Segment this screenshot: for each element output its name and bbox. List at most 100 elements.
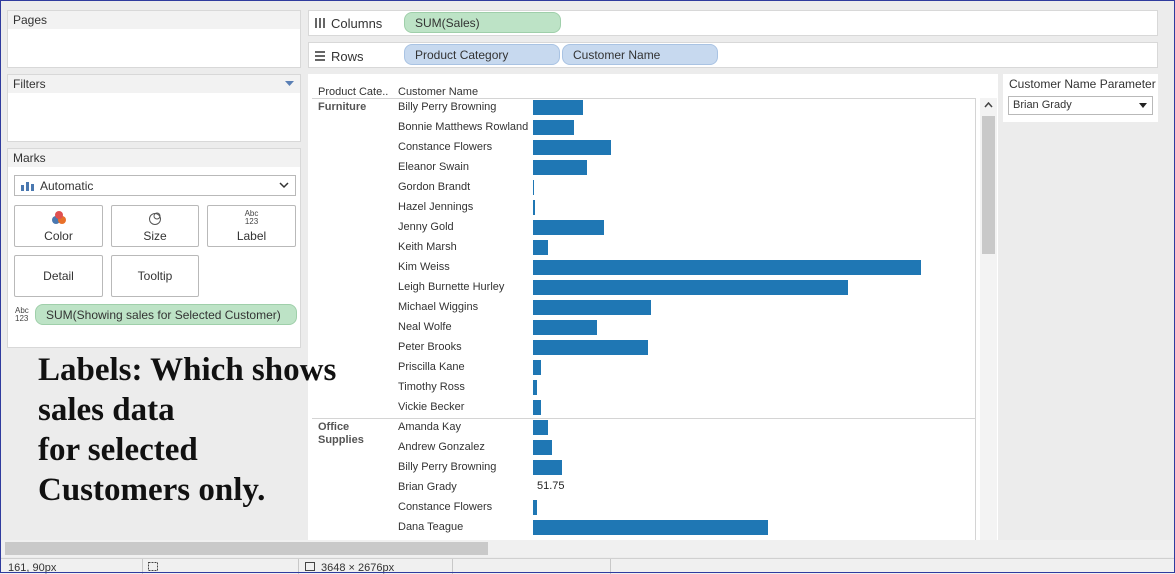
rows-pill-product-category[interactable]: Product Category: [404, 44, 560, 65]
parameter-select[interactable]: Brian Grady: [1008, 96, 1153, 115]
customer-label[interactable]: Amanda Kay: [398, 421, 461, 433]
view-area: Product Cate.. Customer Name Furniture Bi…: [308, 74, 998, 540]
detail-label: Detail: [43, 269, 74, 283]
customer-label[interactable]: Kim Weiss: [398, 261, 450, 273]
parameter-title: Customer Name Parameter: [1009, 77, 1156, 91]
right-divider: [975, 98, 976, 540]
customer-label[interactable]: Leigh Burnette Hurley: [398, 281, 504, 293]
bar-mark[interactable]: [533, 220, 604, 235]
vertical-scrollbar[interactable]: [980, 98, 997, 540]
customer-label[interactable]: Bonnie Matthews Rowland: [398, 121, 528, 133]
category-label[interactable]: Furniture: [318, 101, 388, 114]
customer-label[interactable]: Vickie Becker: [398, 401, 464, 413]
customer-label[interactable]: Priscilla Kane: [398, 361, 465, 373]
columns-pill-sales[interactable]: SUM(Sales): [404, 12, 561, 33]
customer-label[interactable]: Jenny Gold: [398, 221, 454, 233]
customer-label[interactable]: Michael Wiggins: [398, 301, 478, 313]
bar-mark[interactable]: [533, 360, 541, 375]
image-size-icon: [305, 562, 315, 571]
size-icon: [149, 212, 161, 225]
rows-shelf[interactable]: Rows Product Category Customer Name: [308, 42, 1158, 68]
customer-label[interactable]: Eleanor Swain: [398, 161, 469, 173]
customer-label[interactable]: Dana Teague: [398, 521, 463, 533]
bar-mark[interactable]: [533, 160, 587, 175]
bar-mark[interactable]: [533, 340, 648, 355]
columns-icon: [315, 18, 325, 28]
annotation-line-1: Labels: Which shows: [38, 352, 337, 388]
vertical-scroll-thumb[interactable]: [982, 116, 995, 254]
color-button[interactable]: Color: [14, 205, 103, 247]
bar-mark[interactable]: [533, 200, 535, 215]
bar-mark[interactable]: [533, 100, 583, 115]
color-label: Color: [44, 229, 73, 243]
size-label: Size: [143, 229, 167, 243]
pages-card: Pages: [7, 10, 301, 68]
columns-shelf[interactable]: Columns SUM(Sales): [308, 10, 1158, 36]
bar-mark[interactable]: [533, 460, 562, 475]
filters-card[interactable]: Filters: [7, 74, 301, 142]
selection-icon: [148, 562, 158, 571]
customer-label[interactable]: Hazel Jennings: [398, 201, 473, 213]
filters-title: Filters: [8, 75, 300, 93]
header-divider: [312, 98, 976, 99]
label-button[interactable]: Abc 123 Label: [207, 205, 296, 247]
customer-label[interactable]: Timothy Ross: [398, 381, 465, 393]
bar-mark[interactable]: [533, 380, 537, 395]
bar-mark[interactable]: [533, 140, 611, 155]
parameter-value: Brian Grady: [1013, 99, 1072, 111]
customer-label[interactable]: Neal Wolfe: [398, 321, 452, 333]
detail-button[interactable]: Detail: [14, 255, 103, 297]
color-icon: [52, 211, 66, 224]
status-bar: 161, 90px 3648 × 2676px: [0, 558, 1175, 574]
customer-label[interactable]: Constance Flowers: [398, 141, 492, 153]
scroll-up-icon[interactable]: [984, 102, 993, 108]
customer-label[interactable]: Keith Marsh: [398, 241, 457, 253]
bar-mark[interactable]: [533, 500, 537, 515]
customer-label[interactable]: Constance Flowers: [398, 501, 492, 513]
rows-pill-customer-name[interactable]: Customer Name: [562, 44, 718, 65]
rows-label: Rows: [331, 49, 364, 64]
size-button[interactable]: Size: [111, 205, 199, 247]
bar-mark[interactable]: [533, 300, 651, 315]
bar-mark[interactable]: [533, 180, 534, 195]
annotation-line-4: Customers only.: [38, 472, 266, 508]
customer-label[interactable]: Peter Brooks: [398, 341, 462, 353]
customer-label[interactable]: Billy Perry Browning: [398, 461, 496, 473]
tooltip-button[interactable]: Tooltip: [111, 255, 199, 297]
cursor-position: 161, 90px: [8, 562, 57, 574]
bar-mark[interactable]: [533, 400, 541, 415]
filters-dropdown-icon[interactable]: [285, 81, 294, 87]
columns-label: Columns: [331, 16, 383, 31]
bar-mark[interactable]: [533, 260, 921, 275]
rows-pill-1-text: Customer Name: [573, 48, 661, 62]
label-label: Label: [236, 229, 267, 243]
customer-label[interactable]: Andrew Gonzalez: [398, 441, 485, 453]
annotation-text: Labels: Which shows sales data for selec…: [38, 350, 336, 510]
label-field-pill-text: SUM(Showing sales for Selected Customer): [46, 308, 281, 322]
bar-mark[interactable]: [533, 420, 548, 435]
bar-mark[interactable]: [533, 440, 552, 455]
customer-label[interactable]: Gordon Brandt: [398, 181, 470, 193]
horizontal-scrollbar[interactable]: [0, 540, 1175, 557]
horizontal-scroll-thumb[interactable]: [5, 542, 488, 555]
columns-pill-text: SUM(Sales): [415, 16, 480, 30]
label-field-icon: Abc 123: [15, 306, 29, 323]
parameter-card: Customer Name Parameter Brian Grady: [1003, 74, 1158, 122]
customer-label[interactable]: Brian Grady: [398, 481, 457, 493]
bar-chart-icon: [21, 182, 34, 191]
mark-type-select[interactable]: Automatic: [14, 175, 296, 196]
bar-mark[interactable]: [533, 280, 848, 295]
customer-label[interactable]: Billy Perry Browning: [398, 101, 496, 113]
col-header-product-category[interactable]: Product Cate..: [318, 86, 388, 98]
label-field-pill[interactable]: SUM(Showing sales for Selected Customer): [35, 304, 297, 325]
marks-title: Marks: [8, 149, 300, 167]
col-header-customer-name[interactable]: Customer Name: [398, 86, 478, 98]
marks-card: Marks Automatic Color Size Abc 123 Label …: [7, 148, 301, 348]
bar-mark[interactable]: [533, 120, 574, 135]
category-divider: [312, 418, 976, 419]
bar-mark[interactable]: [533, 520, 768, 535]
rows-icon: [315, 51, 325, 61]
mark-type-value: Automatic: [40, 179, 94, 193]
bar-mark[interactable]: [533, 240, 548, 255]
bar-mark[interactable]: [533, 320, 597, 335]
